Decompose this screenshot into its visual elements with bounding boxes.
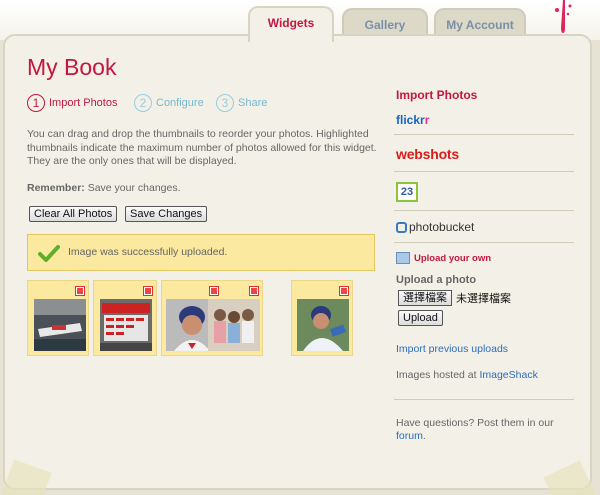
upload-your-own-link[interactable]: Upload your own: [396, 252, 491, 264]
remove-photo-icon[interactable]: [143, 286, 153, 296]
questions-note: Have questions? Post them in our forum.: [396, 417, 571, 443]
imageshack-link[interactable]: ImageShack: [479, 369, 537, 381]
step-label: Share: [238, 97, 268, 109]
import-previous-uploads-link[interactable]: Import previous uploads: [396, 343, 508, 355]
clear-all-photos-button[interactable]: Clear All Photos: [29, 206, 118, 222]
questions-suffix: .: [422, 430, 426, 442]
photo-thumbnail[interactable]: [93, 280, 157, 356]
signboard-photo: [100, 299, 152, 351]
hosted-prefix: Images hosted at: [396, 369, 480, 381]
baseball-pitch-photo: [297, 299, 349, 351]
divider: [394, 134, 574, 135]
photo-thumbnail[interactable]: [161, 280, 263, 356]
step-number: 3: [216, 94, 234, 112]
success-notice: Image was successfully uploaded.: [27, 234, 375, 271]
flickr-logo[interactable]: flickrr: [396, 113, 429, 127]
photo-thumbnail[interactable]: [27, 280, 89, 356]
remove-photo-icon[interactable]: [249, 286, 259, 296]
divider: [394, 399, 574, 400]
remember-note: Remember: Save your changes.: [27, 182, 181, 194]
twentythree-logo[interactable]: 23: [396, 182, 418, 202]
remember-text: Save your changes.: [84, 182, 181, 194]
remove-photo-icon[interactable]: [339, 286, 349, 296]
image-upload-icon: [396, 252, 410, 264]
photobucket-wordmark: photobucket: [409, 220, 475, 234]
step-label: Configure: [156, 97, 204, 109]
instructions-text: You can drag and drop the thumbnails to …: [27, 128, 377, 167]
step-share[interactable]: 3 Share: [216, 94, 267, 112]
step-import-photos[interactable]: 1 Import Photos: [27, 94, 117, 112]
checkmark-icon: [38, 245, 60, 262]
step-configure[interactable]: 2 Configure: [134, 94, 204, 112]
questions-prefix: Have questions? Post them in our: [396, 417, 554, 429]
upload-photo-heading: Upload a photo: [396, 274, 477, 286]
step-number: 2: [134, 94, 152, 112]
divider: [394, 242, 574, 243]
hosted-at-note: Images hosted at ImageShack: [396, 369, 538, 381]
upload-your-own-label: Upload your own: [414, 252, 492, 264]
step-label: Import Photos: [49, 97, 118, 109]
choose-file-button[interactable]: 選擇檔案: [398, 290, 452, 306]
photo-thumbnail[interactable]: [291, 280, 353, 356]
step-number: 1: [27, 94, 45, 112]
forum-link[interactable]: forum: [396, 430, 423, 442]
import-photos-heading: Import Photos: [396, 88, 478, 102]
divider: [394, 171, 574, 172]
upload-button[interactable]: Upload: [398, 310, 443, 326]
kids-photo: [208, 299, 260, 351]
save-changes-button[interactable]: Save Changes: [125, 206, 208, 222]
page-title: My Book: [27, 54, 117, 80]
boat-photo: [34, 299, 86, 351]
thumbnail-strip: [27, 280, 367, 358]
remove-photo-icon[interactable]: [75, 286, 85, 296]
success-message: Image was successfully uploaded.: [68, 246, 228, 258]
file-input: 選擇檔案 未選擇檔案: [398, 290, 511, 306]
main-panel: My Book 1 Import Photos 2 Configure 3 Sh…: [3, 34, 592, 490]
import-sidebar: Import Photos flickrr webshots 23 photob…: [394, 36, 579, 486]
tab-widgets[interactable]: Widgets: [248, 6, 334, 42]
divider: [394, 210, 574, 211]
remember-label: Remember:: [27, 182, 85, 194]
photobucket-logo[interactable]: photobucket: [396, 220, 474, 234]
flickr-wordmark: flickr: [396, 113, 425, 127]
webshots-logo[interactable]: webshots: [396, 146, 459, 162]
photobucket-icon: [396, 221, 407, 233]
no-file-chosen-text: 未選擇檔案: [456, 293, 511, 305]
remove-photo-icon[interactable]: [209, 286, 219, 296]
flickr-r-mark: r: [424, 113, 430, 127]
